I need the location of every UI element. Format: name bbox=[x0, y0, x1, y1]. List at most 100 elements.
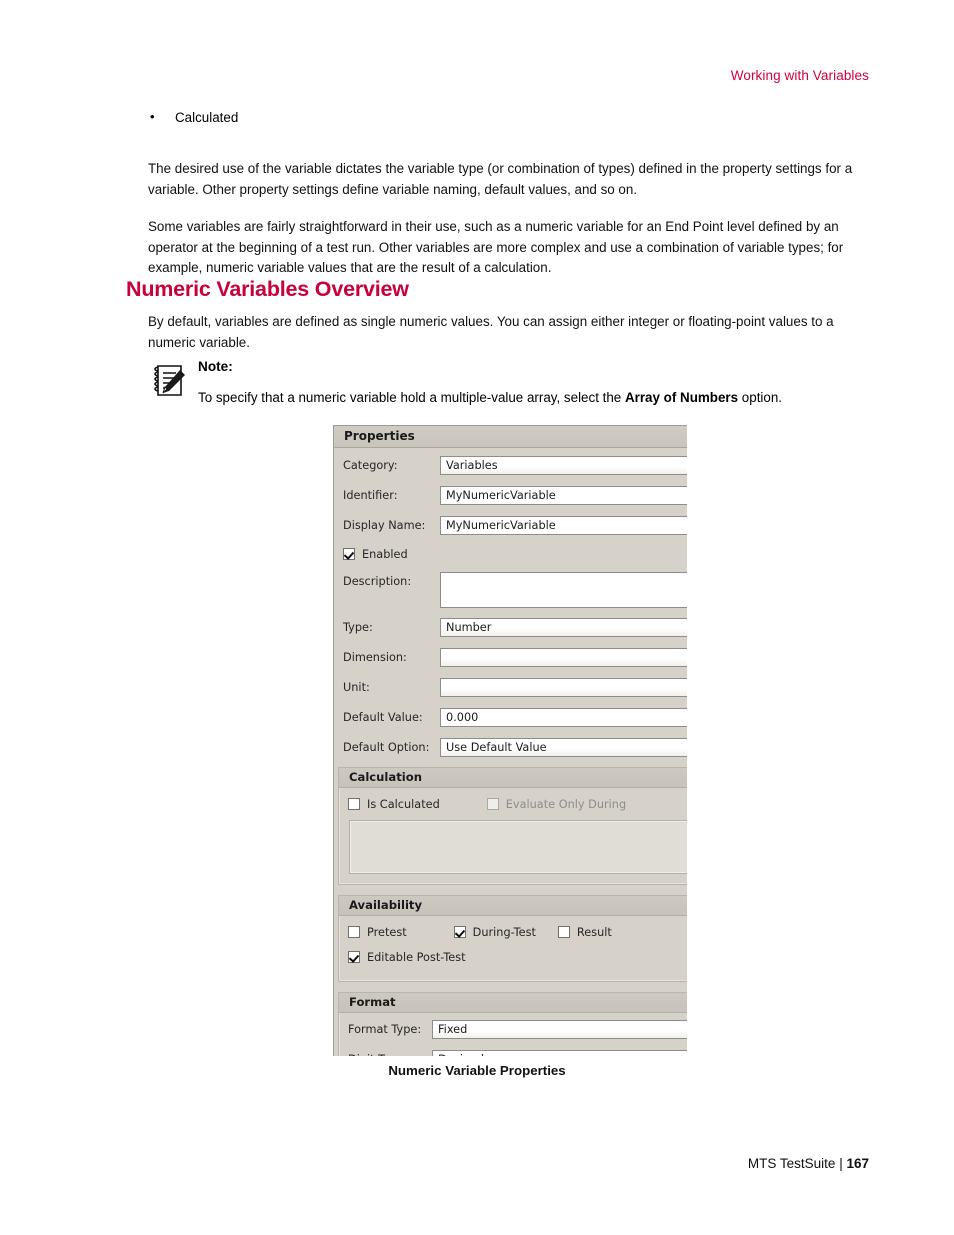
note-text: To specify that a numeric variable hold … bbox=[198, 388, 873, 407]
availability-row-1: Pretest During-Test Result bbox=[339, 923, 687, 941]
calculation-group-body: Is Calculated Evaluate Only During bbox=[339, 788, 687, 884]
pretest-label: Pretest bbox=[367, 925, 407, 939]
format-group-body: Format Type: Fixed Digit Type: Decimal bbox=[339, 1013, 687, 1056]
category-select[interactable]: Variables bbox=[440, 456, 687, 475]
display-name-input[interactable]: MyNumericVariable bbox=[440, 516, 687, 535]
note-text-bold: Array of Numbers bbox=[624, 390, 739, 405]
field-description: Description: bbox=[334, 572, 687, 608]
calculation-group-title: Calculation bbox=[339, 768, 687, 788]
is-calculated-row[interactable]: Is Calculated bbox=[348, 798, 440, 811]
default-value-text: 0.000 bbox=[446, 711, 479, 724]
during-test-label: During-Test bbox=[472, 925, 536, 939]
enabled-checkbox[interactable] bbox=[343, 548, 355, 560]
field-type: Type: Number bbox=[334, 617, 687, 638]
dialog-title: Properties bbox=[334, 426, 687, 448]
properties-dialog: Properties Category: Variables Identifie… bbox=[333, 425, 687, 1056]
field-identifier: Identifier: MyNumericVariable bbox=[334, 485, 687, 506]
section-heading-wrap: Numeric Variables Overview bbox=[126, 277, 886, 302]
calculation-group: Calculation Is Calculated Evaluate Only … bbox=[338, 767, 687, 885]
field-default-value: Default Value: 0.000 bbox=[334, 707, 687, 728]
footer-label: MTS TestSuite | bbox=[747, 1156, 843, 1171]
editable-post-test-checkbox[interactable] bbox=[348, 951, 360, 963]
default-option-value: Use Default Value bbox=[446, 741, 547, 754]
unit-select[interactable] bbox=[440, 678, 687, 697]
pretest-row[interactable]: Pretest bbox=[348, 926, 407, 939]
calculation-expression-area[interactable] bbox=[349, 820, 687, 874]
note-title: Note: bbox=[198, 359, 233, 374]
field-category: Category: Variables bbox=[334, 455, 687, 476]
field-unit: Unit: bbox=[334, 677, 687, 698]
evaluate-only-checkbox[interactable] bbox=[486, 798, 499, 810]
paragraph-3: By default, variables are defined as sin… bbox=[148, 314, 834, 350]
figure-caption: Numeric Variable Properties bbox=[388, 1063, 566, 1078]
paragraph-2: Some variables are fairly straightforwar… bbox=[148, 219, 844, 275]
field-label: Default Value: bbox=[343, 711, 423, 724]
field-label: Dimension: bbox=[343, 651, 407, 664]
default-option-select[interactable]: Use Default Value bbox=[440, 738, 687, 757]
is-calculated-label: Is Calculated bbox=[367, 797, 440, 811]
field-label: Category: bbox=[343, 459, 398, 472]
notepad-pencil-icon bbox=[150, 362, 190, 400]
page-footer: MTS TestSuite | 167 bbox=[748, 1156, 869, 1171]
field-digit-type: Digit Type: Decimal bbox=[339, 1049, 687, 1056]
default-value-input[interactable]: 0.000 bbox=[440, 708, 687, 727]
list-item: Calculated bbox=[148, 107, 870, 128]
format-group-title: Format bbox=[339, 993, 687, 1013]
availability-group: Availability Pretest During-Test Result … bbox=[338, 895, 687, 982]
dimension-select[interactable] bbox=[440, 648, 687, 667]
bullet-list: Calculated bbox=[148, 107, 870, 128]
field-default-option: Default Option: Use Default Value bbox=[334, 737, 687, 758]
calculation-checks: Is Calculated Evaluate Only During bbox=[339, 795, 687, 813]
page-number: 167 bbox=[846, 1156, 869, 1171]
digit-type-value: Decimal bbox=[438, 1053, 484, 1056]
availability-row-2: Editable Post-Test bbox=[339, 948, 687, 966]
field-dimension: Dimension: bbox=[334, 647, 687, 668]
note-text-before: To specify that a numeric variable hold … bbox=[198, 390, 625, 405]
identifier-value: MyNumericVariable bbox=[446, 489, 556, 502]
page-title: Numeric Variables Overview bbox=[126, 277, 409, 301]
category-value: Variables bbox=[446, 459, 498, 472]
availability-group-title: Availability bbox=[339, 896, 687, 916]
digit-type-select[interactable]: Decimal bbox=[432, 1050, 687, 1056]
field-label: Description: bbox=[343, 575, 412, 588]
format-group: Format Format Type: Fixed Digit Type: De… bbox=[338, 992, 687, 1056]
result-label: Result bbox=[576, 925, 612, 939]
result-row[interactable]: Result bbox=[557, 925, 612, 939]
field-label: Default Option: bbox=[343, 741, 430, 754]
availability-group-body: Pretest During-Test Result Editable Post… bbox=[339, 916, 687, 981]
enabled-checkbox-row[interactable]: Enabled bbox=[334, 545, 687, 563]
paragraph-1: The desired use of the variable dictates… bbox=[148, 161, 853, 197]
body-content: Calculated The desired use of the variab… bbox=[148, 107, 870, 279]
type-select[interactable]: Number bbox=[440, 618, 687, 637]
result-checkbox[interactable] bbox=[557, 926, 570, 938]
note-block: Note: To specify that a numeric variable… bbox=[148, 358, 873, 407]
editable-post-test-row[interactable]: Editable Post-Test bbox=[348, 951, 466, 964]
identifier-input[interactable]: MyNumericVariable bbox=[440, 486, 687, 505]
pretest-checkbox[interactable] bbox=[348, 926, 360, 938]
dialog-body: Category: Variables Identifier: MyNumeri… bbox=[334, 448, 687, 1056]
field-label: Type: bbox=[343, 621, 373, 634]
running-header: Working with Variables bbox=[730, 68, 869, 83]
section-intro: By default, variables are defined as sin… bbox=[148, 312, 873, 353]
properties-dialog-screenshot: Properties Category: Variables Identifie… bbox=[333, 425, 687, 1056]
format-type-select[interactable]: Fixed bbox=[432, 1020, 687, 1039]
display-name-value: MyNumericVariable bbox=[446, 519, 556, 532]
field-format-type: Format Type: Fixed bbox=[339, 1019, 687, 1040]
field-label: Digit Type: bbox=[348, 1053, 432, 1056]
description-input[interactable] bbox=[440, 572, 687, 608]
format-type-value: Fixed bbox=[438, 1023, 468, 1036]
field-label: Identifier: bbox=[343, 489, 398, 502]
field-label: Unit: bbox=[343, 681, 370, 694]
field-display-name: Display Name: MyNumericVariable bbox=[334, 515, 687, 536]
note-text-after: option. bbox=[738, 390, 783, 405]
evaluate-only-row[interactable]: Evaluate Only During bbox=[486, 797, 627, 811]
is-calculated-checkbox[interactable] bbox=[348, 798, 360, 810]
during-test-checkbox[interactable] bbox=[453, 926, 466, 938]
field-label: Format Type: bbox=[348, 1023, 422, 1036]
evaluate-only-label: Evaluate Only During bbox=[505, 797, 627, 811]
type-value: Number bbox=[446, 621, 492, 634]
field-label: Display Name: bbox=[343, 519, 426, 532]
enabled-label: Enabled bbox=[362, 547, 408, 561]
during-test-row[interactable]: During-Test bbox=[453, 925, 536, 939]
calculation-title-text: Calculation bbox=[349, 770, 422, 784]
